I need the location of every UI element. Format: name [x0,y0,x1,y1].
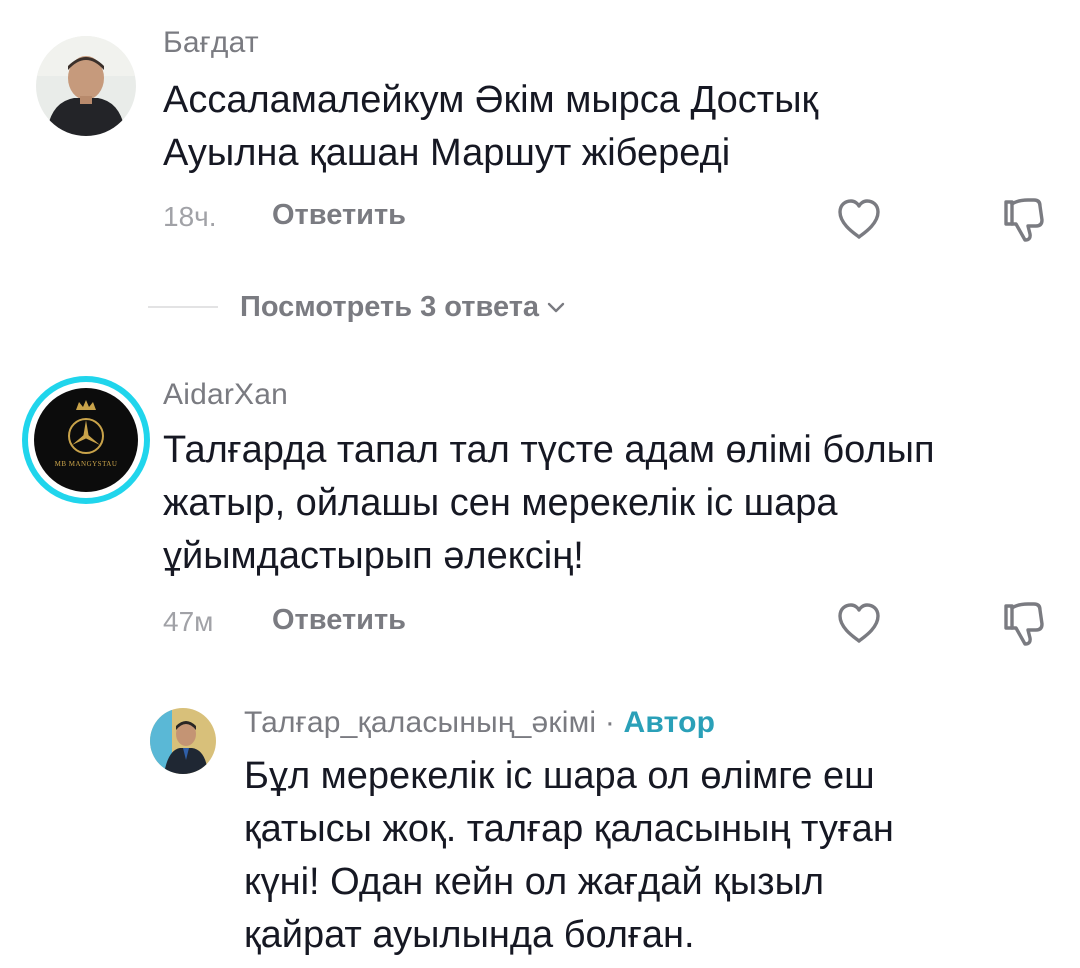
comment-time: 18ч. [163,201,217,232]
view-replies-label: Посмотреть 3 ответа [240,290,540,323]
avatar-photo [36,36,136,136]
reply-text-line: қатысы жоқ. талғар қаласының туған [244,808,894,850]
thumbs-down-icon[interactable] [998,598,1048,648]
reply-button[interactable]: Ответить [272,604,406,637]
avatar[interactable]: MB MANGYSTAU [22,376,150,504]
chevron-down-icon [547,302,565,313]
comment-text-line: Талғарда тапал тал түсте адам өлімі болы… [163,429,935,471]
avatar[interactable] [36,36,136,136]
comment-text: Талғарда тапал тал түсте адам өлімі болы… [163,424,935,583]
avatar-photo [150,708,216,774]
comment-bagdat: Бағдат Ассаламалейкум Әкім мырса Достық … [0,0,1080,270]
reply-username[interactable]: Талғар_қаласының_әкімі [244,706,596,739]
reply-text-line: Бұл мерекелік іс шара ол өлімге еш [244,755,875,797]
author-separator: · [596,706,624,739]
comment-username[interactable]: AidarXan [163,378,288,412]
reply-username-row: Талғар_қаласының_әкімі · Автор [244,706,715,740]
heart-outline-icon[interactable] [834,194,884,244]
divider [148,306,218,308]
comment-text-line: ұйымдастырып әлексің! [163,535,584,577]
comment-username[interactable]: Бағдат [163,26,259,60]
heart-outline-icon[interactable] [834,598,884,648]
comment-time: 47м [163,606,214,637]
mercedes-star-icon [68,400,104,454]
comment-text-line: Ассаламалейкум Әкім мырса Достық [163,79,819,121]
comment-text-line: жатыр, ойлашы сен мерекелік іс шара [163,482,838,524]
reply-text-line: қайрат ауылында болған. [244,914,695,956]
reply-button[interactable]: Ответить [272,199,406,232]
reply-text-line: күні! Одан кейн ол жағдай қызыл [244,861,825,903]
comment-text-line: Ауылна қашан Маршут жібереді [163,132,731,174]
reply-author: Талғар_қаласының_әкімі · Автор Бұл мерек… [0,690,1080,968]
avatar-photo: MB MANGYSTAU [34,388,138,492]
reply-text: Бұл мерекелік іс шара ол өлімге еш қатыс… [244,750,894,962]
author-badge: Автор [623,706,716,739]
comment-aidarxan: MB MANGYSTAU AidarXan Талғарда тапал тал… [0,360,1080,680]
avatar[interactable] [150,708,216,774]
thumbs-down-icon[interactable] [998,194,1048,244]
comment-text: Ассаламалейкум Әкім мырса Достық Ауылна … [163,74,818,180]
view-replies-button[interactable]: Посмотреть 3 ответа [148,284,567,330]
avatar-brand-text: MB MANGYSTAU [54,460,118,468]
